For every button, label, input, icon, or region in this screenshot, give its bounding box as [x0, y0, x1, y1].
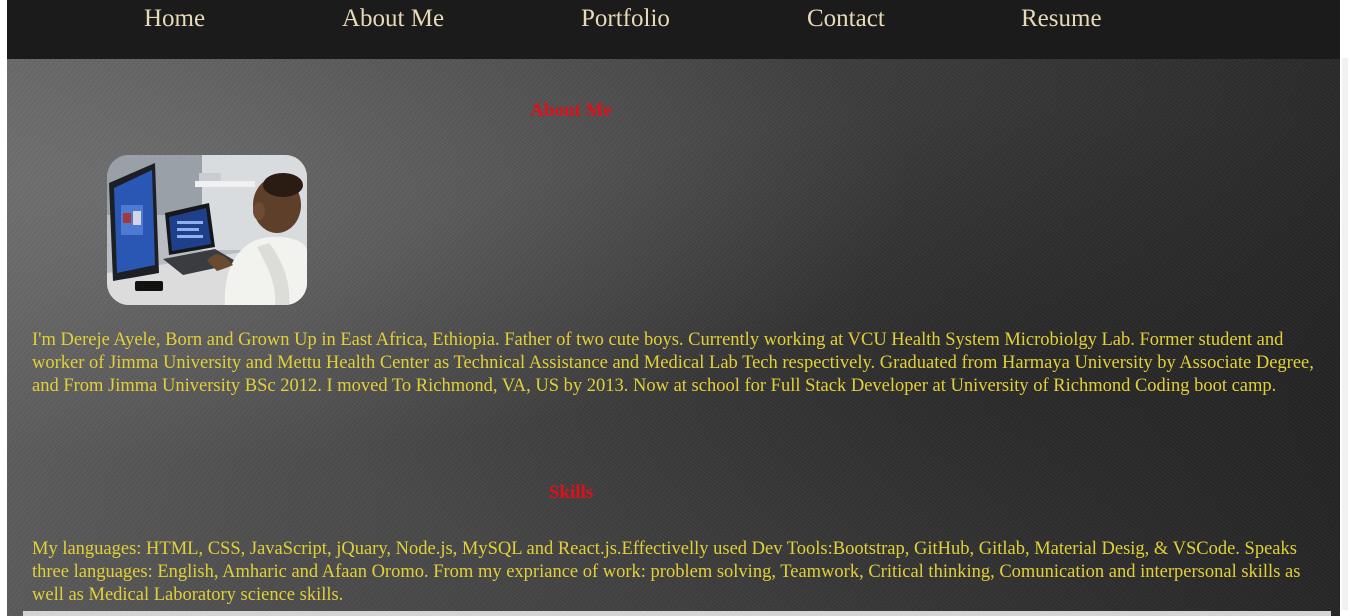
vertical-scrollbar[interactable]	[1340, 0, 1350, 616]
vertical-scrollbar-thumb[interactable]	[1342, 58, 1348, 610]
nav-link-about-me[interactable]: About Me	[342, 4, 444, 34]
about-me-heading: About Me	[530, 100, 612, 121]
nav-link-home[interactable]: Home	[144, 4, 205, 34]
nav-link-resume[interactable]: Resume	[1021, 4, 1102, 34]
top-navbar: Home About Me Portfolio Contact Resume	[7, 0, 1340, 59]
skills-heading: Skills	[548, 482, 594, 503]
page-background: Home About Me Portfolio Contact Resume A…	[7, 0, 1340, 616]
about-me-bio: I'm Dereje Ayele, Born and Grown Up in E…	[32, 330, 1314, 396]
horizontal-scrollbar[interactable]	[23, 611, 1331, 616]
nav-link-contact[interactable]: Contact	[807, 4, 885, 34]
profile-photo	[107, 155, 307, 305]
skills-text: My languages: HTML, CSS, JavaScript, jQu…	[32, 539, 1301, 605]
nav-link-portfolio[interactable]: Portfolio	[581, 4, 670, 34]
